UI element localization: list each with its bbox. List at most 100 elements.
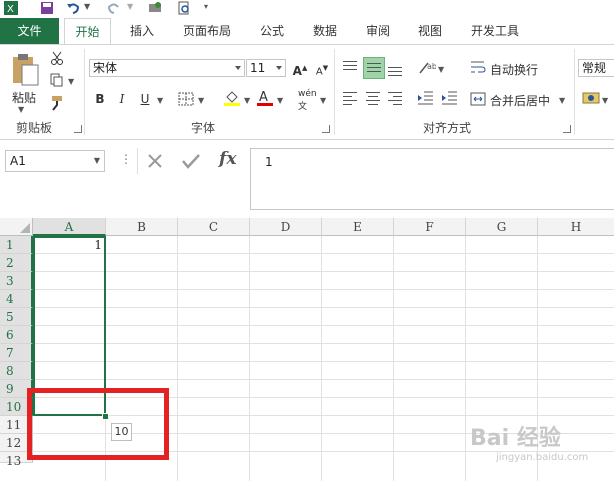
- tab-insert[interactable]: 插入: [122, 18, 162, 44]
- merge-dropdown-icon[interactable]: ▼: [559, 96, 565, 105]
- column-header-d[interactable]: D: [250, 218, 322, 236]
- column-header-g[interactable]: G: [466, 218, 538, 236]
- ribbon-tabs: 文件 开始 插入 页面布局 公式 数据 审阅 视图 开发工具: [0, 18, 614, 44]
- wrap-text-icon[interactable]: [470, 59, 486, 75]
- insert-function-icon[interactable]: fx: [219, 149, 236, 169]
- merge-center-icon[interactable]: [470, 91, 486, 107]
- decrease-indent-icon[interactable]: [416, 90, 434, 106]
- select-all-corner[interactable]: [0, 218, 33, 236]
- grid-line: [321, 236, 322, 481]
- row-header[interactable]: 1: [0, 236, 33, 254]
- increase-indent-icon[interactable]: [440, 90, 458, 106]
- chevron-down-icon[interactable]: ▼: [94, 151, 100, 171]
- copy-icon[interactable]: [50, 73, 64, 87]
- paste-dropdown-icon[interactable]: ▼: [18, 105, 24, 114]
- borders-icon[interactable]: [178, 92, 194, 106]
- number-format-combo[interactable]: 常规: [578, 59, 614, 77]
- tab-page-layout[interactable]: 页面布局: [175, 18, 239, 44]
- redo-icon[interactable]: [107, 1, 121, 15]
- underline-dropdown-icon[interactable]: ▼: [157, 96, 163, 105]
- column-header-a[interactable]: A: [33, 218, 106, 236]
- row-header[interactable]: 8: [0, 362, 33, 380]
- row-header[interactable]: 5: [0, 308, 33, 326]
- formula-input[interactable]: 1: [250, 148, 614, 210]
- phonetic-button[interactable]: wén: [298, 89, 317, 99]
- orientation-dropdown-icon[interactable]: ▼: [438, 65, 444, 74]
- italic-button[interactable]: I: [113, 90, 131, 108]
- fill-color-icon[interactable]: [223, 89, 241, 107]
- chevron-down-icon[interactable]: [276, 66, 282, 70]
- customize-icon[interactable]: ▾: [204, 2, 208, 11]
- tab-view[interactable]: 视图: [410, 18, 450, 44]
- phonetic-char-icon: 文: [298, 102, 308, 112]
- clipboard-launcher-icon[interactable]: [74, 125, 82, 133]
- orientation-icon[interactable]: ab: [418, 59, 436, 75]
- alignment-launcher-icon[interactable]: [563, 125, 571, 133]
- paste-button[interactable]: 粘贴: [12, 89, 36, 106]
- grow-font-icon[interactable]: A▲: [291, 59, 309, 78]
- fill-series-tooltip: 10: [111, 423, 132, 441]
- phonetic-dropdown-icon[interactable]: ▼: [320, 96, 326, 105]
- wrap-text-button[interactable]: 自动换行: [490, 61, 538, 78]
- font-color-dropdown-icon[interactable]: ▼: [277, 96, 283, 105]
- group-divider: [84, 49, 85, 135]
- grid-line: [33, 307, 614, 308]
- column-header-h[interactable]: H: [538, 218, 614, 236]
- accounting-dropdown-icon[interactable]: ▼: [602, 96, 608, 105]
- top-align-icon[interactable]: [341, 59, 359, 77]
- copy-dropdown-icon[interactable]: ▼: [68, 77, 74, 86]
- font-color-icon[interactable]: A: [256, 89, 274, 107]
- row-header[interactable]: 2: [0, 254, 33, 272]
- select-all-icon[interactable]: [20, 223, 30, 233]
- paste-icon[interactable]: [10, 53, 40, 87]
- more-options-icon: ⋮: [120, 152, 132, 166]
- font-name-combo[interactable]: 宋体: [89, 59, 245, 77]
- name-box[interactable]: A1 ▼: [5, 150, 105, 172]
- font-launcher-icon[interactable]: [322, 125, 330, 133]
- tab-formulas[interactable]: 公式: [252, 18, 292, 44]
- print-preview-icon[interactable]: [148, 1, 162, 15]
- align-left-icon[interactable]: [341, 91, 359, 105]
- tab-home[interactable]: 开始: [64, 18, 111, 44]
- grid-line: [33, 379, 614, 380]
- svg-text:ab: ab: [427, 62, 436, 71]
- alignment-group-label: 对齐方式: [423, 121, 472, 135]
- cancel-icon[interactable]: [147, 153, 163, 169]
- align-right-icon[interactable]: [386, 91, 404, 105]
- font-group-label: 字体: [191, 121, 216, 135]
- align-center-icon[interactable]: [364, 91, 382, 105]
- cut-icon[interactable]: [50, 51, 64, 65]
- tab-review[interactable]: 审阅: [358, 18, 398, 44]
- undo-icon[interactable]: [66, 1, 80, 15]
- column-header-f[interactable]: F: [394, 218, 466, 236]
- format-painter-icon[interactable]: [50, 95, 66, 111]
- merge-center-button[interactable]: 合并后居中: [490, 92, 550, 109]
- print-preview-icon[interactable]: [177, 1, 191, 15]
- formula-bar: A1 ▼ ⋮ fx 1: [0, 140, 614, 210]
- column-header-c[interactable]: C: [178, 218, 250, 236]
- borders-dropdown-icon[interactable]: ▼: [198, 96, 204, 105]
- column-header-e[interactable]: E: [322, 218, 394, 236]
- tab-data[interactable]: 数据: [305, 18, 345, 44]
- enter-icon[interactable]: [182, 153, 200, 169]
- tab-file[interactable]: 文件: [0, 18, 59, 44]
- underline-button[interactable]: U: [136, 90, 154, 108]
- row-header[interactable]: 6: [0, 326, 33, 344]
- font-size-combo[interactable]: 11: [246, 59, 286, 77]
- undo-dropdown-icon[interactable]: ▼: [84, 2, 90, 11]
- fill-color-dropdown-icon[interactable]: ▼: [244, 96, 250, 105]
- bottom-align-icon[interactable]: [386, 59, 404, 77]
- chevron-down-icon[interactable]: [235, 66, 241, 70]
- redo-dropdown-icon[interactable]: ▼: [127, 2, 133, 11]
- column-header-b[interactable]: B: [106, 218, 178, 236]
- row-header[interactable]: 4: [0, 290, 33, 308]
- formula-value: 1: [265, 155, 273, 169]
- bold-button[interactable]: B: [91, 90, 109, 108]
- middle-align-icon[interactable]: [363, 57, 385, 79]
- row-header[interactable]: 3: [0, 272, 33, 290]
- tab-developer[interactable]: 开发工具: [463, 18, 527, 44]
- accounting-format-icon[interactable]: [582, 89, 602, 107]
- shrink-font-icon[interactable]: A▼: [313, 59, 331, 77]
- row-header[interactable]: 7: [0, 344, 33, 362]
- save-icon[interactable]: [40, 1, 54, 15]
